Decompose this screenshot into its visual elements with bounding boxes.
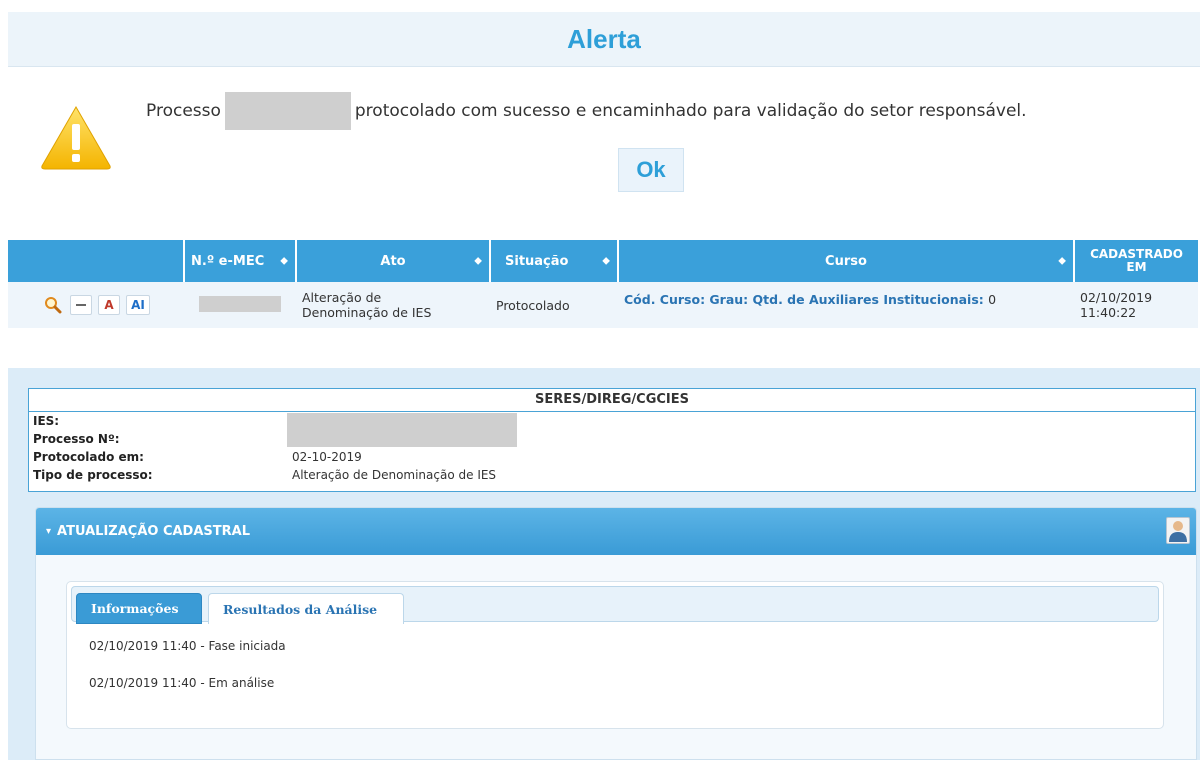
process-detail-panel: SERES/DIREG/CGCIES IES: Processo Nº: Pro… — [8, 368, 1200, 760]
alert-title: Alerta — [8, 12, 1200, 67]
cadastrado-cell: 02/10/2019 11:40:22 — [1074, 282, 1198, 328]
alert-body: Processo protocolado com sucesso e encami… — [8, 68, 1200, 200]
alert-message: Processo protocolado com sucesso e encami… — [146, 92, 1027, 130]
emec-cell — [184, 282, 296, 328]
redacted-emec-number — [199, 295, 281, 312]
header-ato[interactable]: Ato ◆ — [296, 240, 491, 282]
atualizacao-title: ATUALIZAÇÃO CADASTRAL — [57, 524, 250, 539]
atualizacao-body: Informações Resultados da Análise 02/10/… — [36, 555, 1196, 759]
alert-message-prefix: Processo — [146, 101, 221, 121]
tab-informacoes[interactable]: Informações — [76, 593, 202, 624]
header-situacao[interactable]: Situação ◆ — [490, 240, 619, 282]
magnifier-icon[interactable] — [42, 295, 64, 315]
ok-button[interactable]: Ok — [618, 148, 684, 192]
protocolado-label: Protocolado em: — [33, 450, 144, 464]
protocolado-value: 02-10-2019 — [292, 450, 362, 464]
action-ai-button[interactable]: AI — [126, 295, 150, 315]
atualizacao-header[interactable]: ▾ ATUALIZAÇÃO CADASTRAL — [36, 508, 1196, 555]
log-entry: 02/10/2019 11:40 - Em análise — [89, 676, 275, 690]
ies-label: IES: — [33, 414, 60, 428]
sort-icon: ◆ — [1058, 255, 1066, 267]
sort-icon: ◆ — [474, 255, 482, 267]
warning-icon — [41, 105, 111, 170]
alert-message-suffix: protocolado com sucesso e encaminhado pa… — [354, 101, 1027, 121]
seres-info-box: SERES/DIREG/CGCIES IES: Processo Nº: Pro… — [28, 388, 1196, 492]
log-entry: 02/10/2019 11:40 - Fase iniciada — [89, 639, 286, 653]
sort-icon: ◆ — [602, 255, 610, 267]
tab-resultados-analise[interactable]: Resultados da Análise — [208, 593, 404, 624]
curso-cell: Cód. Curso: Grau: Qtd. de Auxiliares Ins… — [618, 282, 1074, 328]
processo-label: Processo Nº: — [33, 432, 120, 446]
tipo-processo-label: Tipo de processo: — [33, 468, 153, 482]
sort-icon: ◆ — [280, 255, 288, 267]
header-curso[interactable]: Curso ◆ — [618, 240, 1075, 282]
header-actions — [8, 240, 185, 282]
chevron-down-icon: ▾ — [46, 526, 52, 537]
situacao-cell: Protocolado — [490, 282, 618, 328]
process-table: N.º e-MEC ◆ Ato ◆ Situação ◆ Curso ◆ CADASTR… — [8, 240, 1198, 328]
table-header-row: N.º e-MEC ◆ Ato ◆ Situação ◆ Curso ◆ CADASTR… — [8, 240, 1198, 282]
tabs-bar: Informações Resultados da Análise — [71, 586, 1159, 624]
seres-title: SERES/DIREG/CGCIES — [29, 389, 1195, 412]
ato-cell: Alteração de Denominação de IES — [296, 282, 490, 328]
tabs-container: Informações Resultados da Análise 02/10/… — [66, 581, 1164, 729]
collapse-icon[interactable] — [70, 295, 92, 315]
header-cadastrado-em[interactable]: CADASTRADO EM — [1074, 240, 1198, 282]
tipo-processo-value: Alteração de Denominação de IES — [292, 468, 497, 482]
redacted-process-number — [224, 92, 351, 130]
redacted-ies-info — [287, 413, 517, 447]
table-row: A AI Alteração de Denominação de IES Prot… — [8, 282, 1198, 328]
header-emec[interactable]: N.º e-MEC ◆ — [184, 240, 297, 282]
atualizacao-cadastral-panel: ▾ ATUALIZAÇÃO CADASTRAL Informações Resu… — [35, 507, 1197, 760]
user-icon[interactable] — [1166, 517, 1190, 544]
actions-cell: A AI — [8, 282, 184, 328]
action-a-button[interactable]: A — [98, 295, 120, 315]
